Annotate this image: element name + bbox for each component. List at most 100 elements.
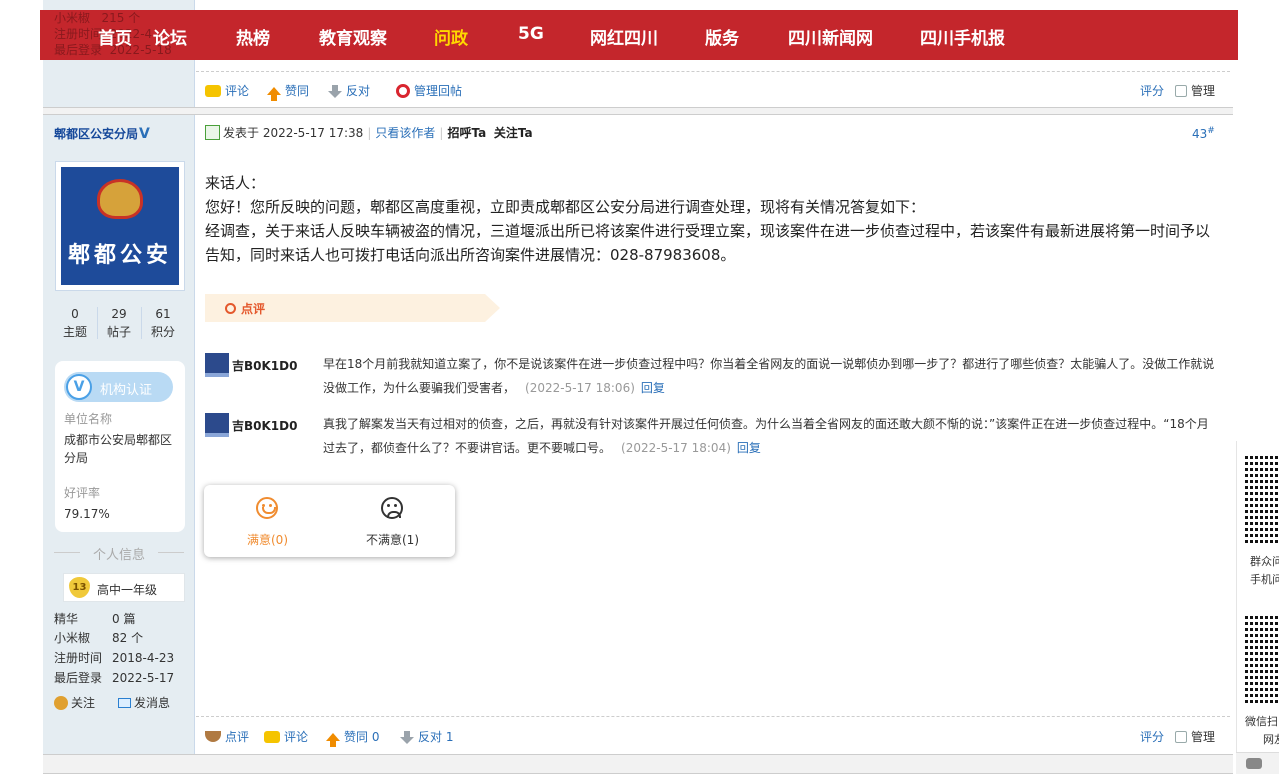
dislike-link[interactable]: 反对 1 <box>400 728 453 745</box>
floor-value: 43 <box>1192 127 1208 141</box>
stat-label: 帖子 <box>106 325 131 339</box>
manage-reply-label: 管理回帖 <box>414 84 463 98</box>
admin-label: 管理 <box>1191 730 1216 744</box>
thumb-up-arrow-icon <box>267 86 281 101</box>
nav-hot-list[interactable]: 热榜 <box>236 24 270 49</box>
avatar[interactable] <box>205 353 229 377</box>
avatar[interactable]: 郫都公安 <box>55 161 185 291</box>
send-message-button[interactable]: 发消息 <box>118 694 170 711</box>
admin-select[interactable]: 管理 <box>1175 728 1215 745</box>
user-stats: 0 主题 29 帖子 61 积分 <box>54 305 184 341</box>
police-emblem-icon <box>97 179 143 219</box>
thumb-down-arrow-icon <box>400 730 414 744</box>
comment-label: 评论 <box>284 730 309 744</box>
org-verified-badge: V 机构认证 <box>64 372 173 402</box>
rate-link[interactable]: 评分 <box>1140 728 1164 745</box>
nav-home[interactable]: 首页 <box>98 24 132 49</box>
profile-value: 2022-5-17 <box>112 671 175 685</box>
admin-label: 管理 <box>1191 84 1216 98</box>
approval-rate-value: 79.17% <box>64 507 110 521</box>
floor-mark: # <box>1207 126 1215 136</box>
unsatisfied-button[interactable]: 不满意(1) <box>366 531 419 548</box>
police-logo: 郫都公安 <box>61 167 179 285</box>
qr-code-icon[interactable] <box>1245 453 1279 543</box>
profile-key: 注册时间 <box>54 651 103 665</box>
dislike-link[interactable]: 反对 <box>328 82 370 99</box>
post-meta: 发表于 2022-5-17 17:38 | 只看该作者 | 招呼Ta 关注Ta <box>205 124 533 142</box>
admin-checkbox[interactable] <box>1175 84 1187 97</box>
ghost-value: 215 个 <box>101 11 141 25</box>
nav-forum[interactable]: 论坛 <box>153 24 187 49</box>
only-author-link[interactable]: 只看该作者 <box>375 126 435 140</box>
rate-link[interactable]: 评分 <box>1140 82 1164 99</box>
thumb-down-arrow-icon <box>328 84 342 98</box>
divider <box>196 716 1230 717</box>
avatar[interactable] <box>205 413 229 437</box>
qr-code-icon[interactable] <box>1245 613 1279 703</box>
comment-icon <box>264 730 280 743</box>
profile-value: 0 篇 <box>112 612 136 626</box>
profile-row: 精华 0 篇 <box>54 610 135 627</box>
comment-text: 真我了解案发当天有过相对的侦查，之后，再就没有针对该案件开展过任何侦查。为什么当… <box>323 412 1218 460</box>
qr-caption: 手机问 <box>1250 573 1279 586</box>
satisfied-button[interactable]: 满意(0) <box>247 531 288 548</box>
nav-banwu[interactable]: 版务 <box>705 24 739 49</box>
admin-checkbox[interactable] <box>1175 730 1187 743</box>
qr-caption: 微信扫 <box>1245 715 1278 728</box>
nav-wenzheng[interactable]: 问政 <box>434 24 468 49</box>
comment-link[interactable]: 评论 <box>205 82 249 99</box>
post-line: 经调查，关于来话人反映车辆被盗的情况，三道堰派出所已将该案件进行受理立案，现该案… <box>205 222 1211 264</box>
unit-name-value: 成都市公安局郫都区分局 <box>64 433 173 465</box>
profile-key: 小米椒 <box>54 631 91 645</box>
nav-sichuan-mobile-paper[interactable]: 四川手机报 <box>920 24 1005 49</box>
ghost-label: 小米椒 <box>54 11 91 25</box>
stat-points[interactable]: 61 积分 <box>142 305 184 341</box>
level-name: 高中一年级 <box>97 583 158 597</box>
nav-education[interactable]: 教育观察 <box>319 24 387 49</box>
manage-reply-link[interactable]: 管理回帖 <box>396 82 462 99</box>
author-name[interactable]: 郫都区公安分局V <box>54 125 150 142</box>
follow-user-button[interactable]: 关注 <box>54 694 95 711</box>
comment-link[interactable]: 评论 <box>264 728 308 745</box>
reply-link[interactable]: 回复 <box>641 381 665 395</box>
floating-qr-panel: 群众问 手机问 微信扫 网友 <box>1236 441 1279 774</box>
profile-value: 82 个 <box>112 631 144 645</box>
follow-label: 关注 <box>71 696 96 710</box>
comments-title: 点评 <box>241 302 266 316</box>
profile-key: 精华 <box>54 612 79 626</box>
nav-wanghong-sichuan[interactable]: 网红四川 <box>590 24 658 49</box>
like-link[interactable]: 赞同 <box>267 82 309 101</box>
rate-label: 评分 <box>1140 84 1165 98</box>
stat-number: 0 <box>71 307 79 321</box>
previous-post-action-bar: 评论 赞同 反对 管理回帖 评分 管理 <box>205 80 1225 101</box>
greet-link[interactable]: 招呼Ta <box>447 126 486 140</box>
review-link[interactable]: 点评 <box>205 728 249 745</box>
stat-number: 29 <box>111 307 127 321</box>
profile-value: 2018-4-23 <box>112 651 175 665</box>
nav-5g[interactable]: 5G <box>518 24 544 44</box>
nav-sichuan-news[interactable]: 四川新闻网 <box>788 24 873 49</box>
circle-icon <box>225 303 236 314</box>
post-separator <box>43 107 1233 115</box>
chat-bubble-icon <box>1246 758 1262 769</box>
send-message-label: 发消息 <box>134 696 171 710</box>
mail-icon <box>118 697 131 708</box>
profile-row: 注册时间 2018-4-23 <box>54 649 174 666</box>
smile-face-icon[interactable] <box>256 497 278 519</box>
comment-label: 评论 <box>225 84 250 98</box>
sad-face-icon[interactable] <box>381 497 403 519</box>
review-label: 点评 <box>225 730 250 744</box>
comment-body: 早在18个月前我就知道立案了，你不是说该案件在进一步侦查过程中吗？你当着全省网友… <box>323 357 1215 395</box>
like-link[interactable]: 赞同 0 <box>326 728 380 747</box>
chat-button[interactable] <box>1236 752 1279 774</box>
comment-user[interactable]: 吉B0K1D0 <box>232 357 297 374</box>
floor-number[interactable]: 43# <box>1192 126 1215 141</box>
stat-posts[interactable]: 29 帖子 <box>98 305 140 341</box>
follow-ta-link[interactable]: 关注Ta <box>494 126 533 140</box>
dislike-label: 反对 <box>346 84 371 98</box>
comment-user[interactable]: 吉B0K1D0 <box>232 417 297 434</box>
like-label: 赞同 0 <box>344 730 380 744</box>
admin-select[interactable]: 管理 <box>1175 82 1215 99</box>
reply-link[interactable]: 回复 <box>737 441 761 455</box>
stat-threads[interactable]: 0 主题 <box>54 305 96 341</box>
